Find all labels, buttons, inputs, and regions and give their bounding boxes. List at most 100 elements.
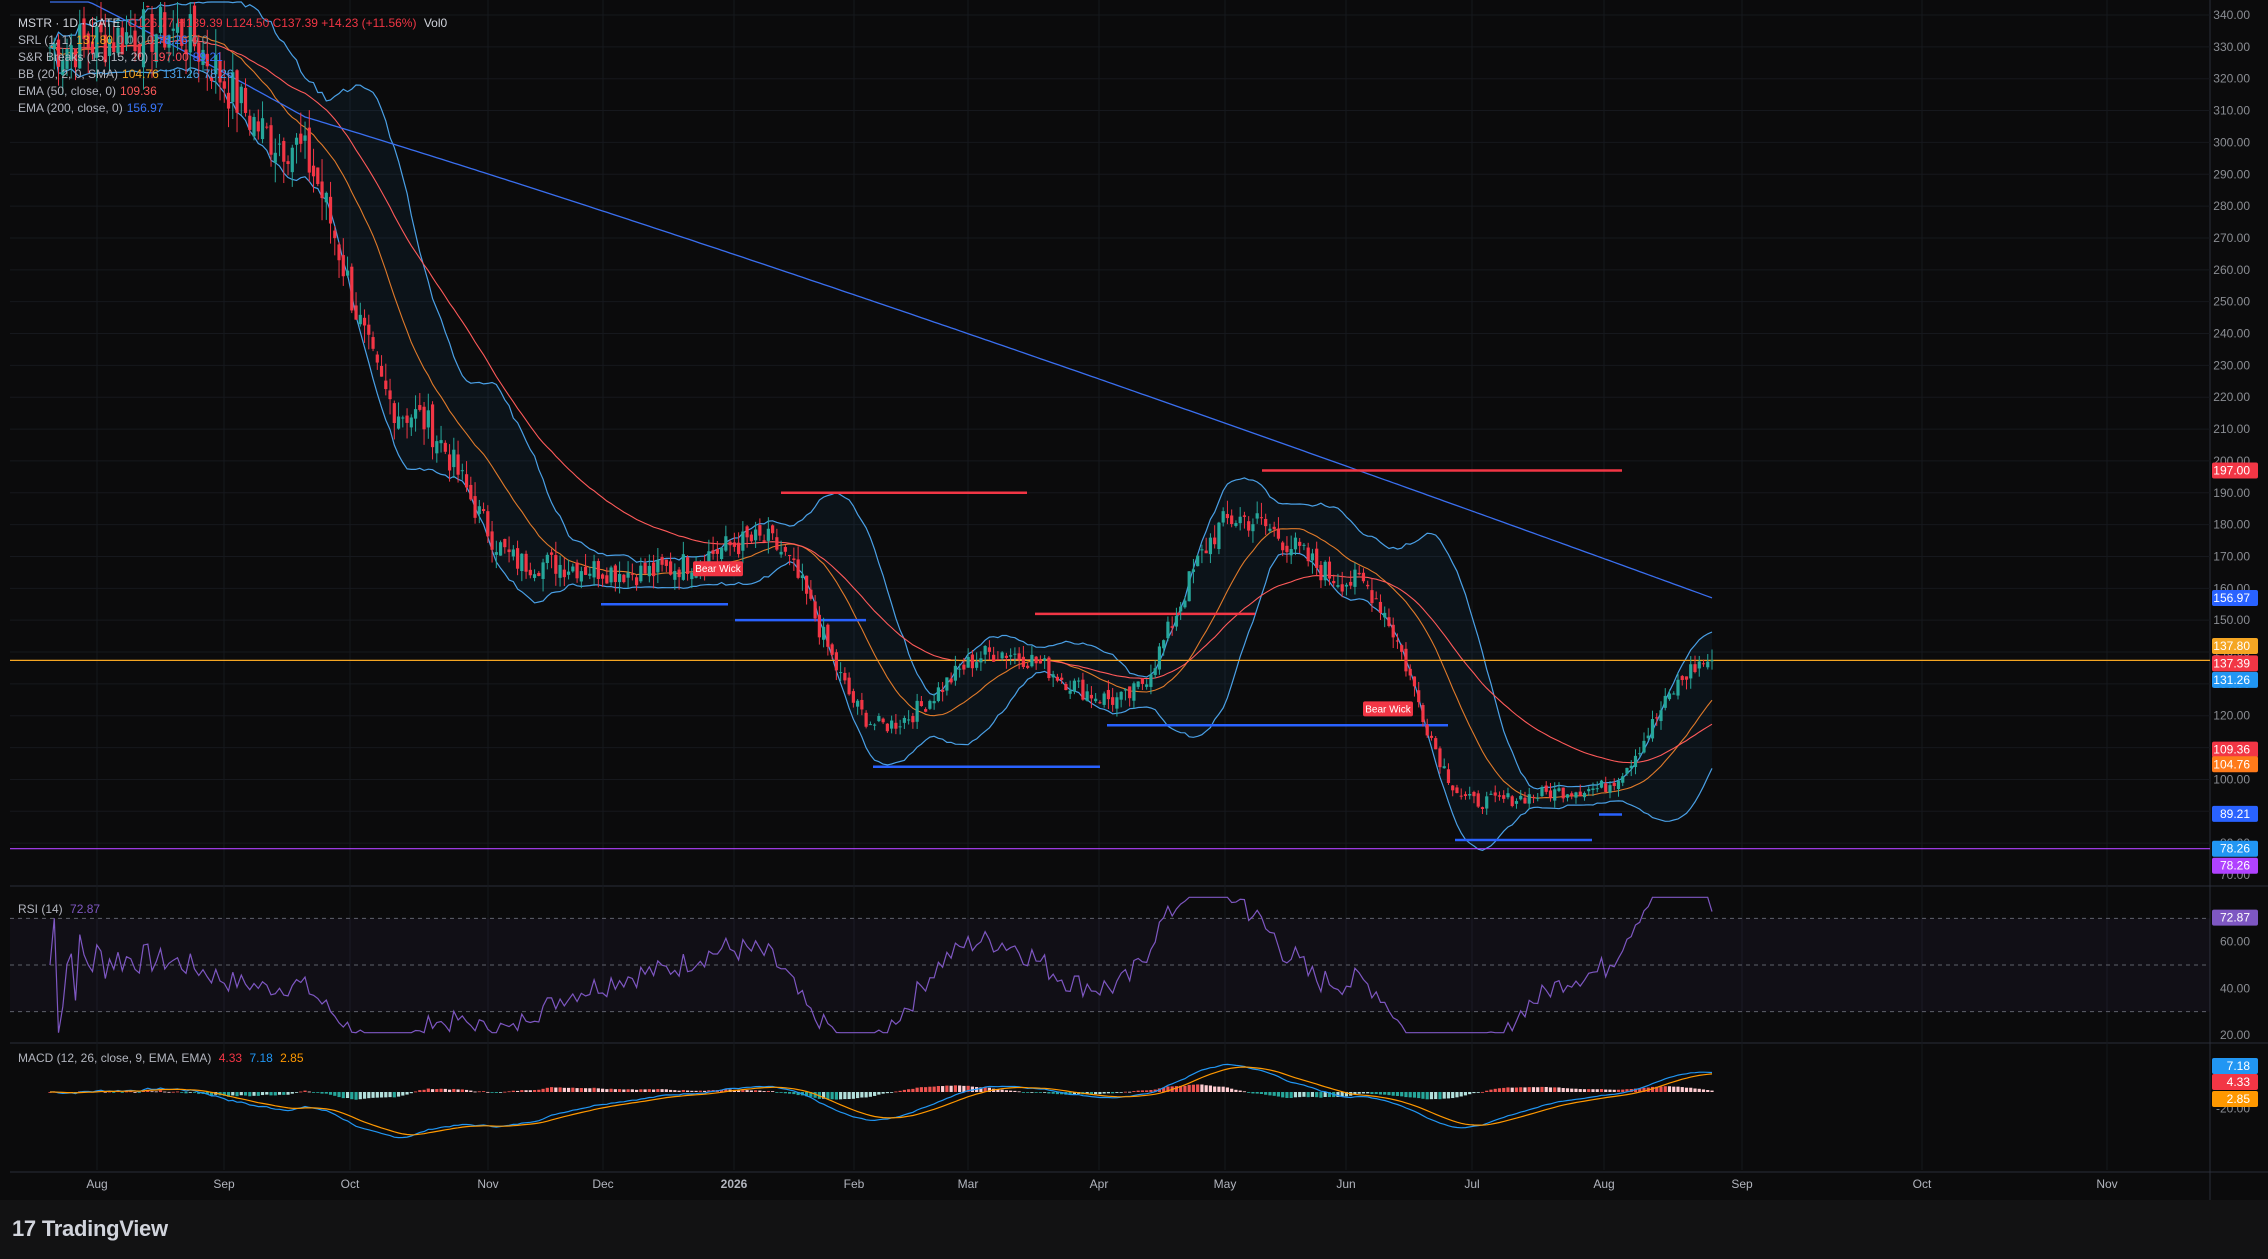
y-tick-label: 150.00 bbox=[2213, 613, 2250, 627]
candle-body bbox=[617, 574, 622, 583]
candle-body bbox=[1506, 793, 1510, 798]
macd-histogram-bar bbox=[788, 1092, 792, 1094]
candle-body bbox=[1701, 663, 1706, 665]
candle-body bbox=[494, 552, 498, 555]
macd-histogram-bar bbox=[932, 1086, 936, 1092]
macd-histogram-bar bbox=[163, 1091, 167, 1093]
indicator-value: 78.26 bbox=[203, 67, 234, 81]
candle-body bbox=[1404, 648, 1408, 672]
macd-histogram-bar bbox=[460, 1089, 464, 1092]
candle-body bbox=[452, 449, 456, 468]
macd-histogram-bar bbox=[639, 1089, 643, 1092]
candle-body bbox=[613, 565, 617, 583]
candle-body bbox=[1004, 655, 1008, 658]
candle-body bbox=[592, 561, 596, 578]
macd-histogram-bar bbox=[647, 1089, 651, 1092]
macd-histogram-bar bbox=[1591, 1089, 1595, 1092]
candle-body bbox=[1183, 600, 1187, 608]
indicator-legend-row[interactable]: EMA (50, close, 0) 109.36 bbox=[18, 83, 451, 100]
candle-body bbox=[1285, 545, 1289, 553]
macd-histogram-bar bbox=[1004, 1090, 1008, 1092]
candle-body bbox=[439, 440, 443, 444]
candle-body bbox=[405, 415, 409, 423]
macd-histogram-bar bbox=[592, 1087, 596, 1092]
candle-body bbox=[843, 672, 847, 681]
candle-body bbox=[350, 266, 354, 311]
macd-histogram-bar bbox=[120, 1092, 124, 1093]
macd-histogram-bar bbox=[1404, 1092, 1408, 1098]
candle-body bbox=[1272, 526, 1276, 530]
macd-histogram-bar bbox=[783, 1092, 787, 1094]
candle-body bbox=[1179, 606, 1183, 612]
rsi-tick-label: 40.00 bbox=[2220, 981, 2250, 995]
volume-readout: Vol0 bbox=[423, 16, 448, 30]
macd-histogram-bar bbox=[847, 1092, 851, 1099]
macd-histogram-bar bbox=[1459, 1092, 1463, 1097]
candle-body bbox=[1166, 621, 1170, 639]
macd-histogram-bar bbox=[877, 1092, 881, 1095]
macd-histogram-bar bbox=[1021, 1092, 1025, 1093]
candle-body bbox=[1157, 646, 1162, 670]
symbol-label[interactable]: MSTR · 1D · GATE bbox=[18, 16, 120, 30]
candle-body bbox=[515, 548, 520, 569]
macd-histogram-bar bbox=[1268, 1092, 1272, 1096]
y-tick-label: 270.00 bbox=[2213, 231, 2250, 245]
macd-histogram-bar bbox=[1612, 1089, 1616, 1092]
candle-body bbox=[1370, 590, 1374, 604]
macd-histogram-bar bbox=[422, 1089, 426, 1092]
candle-body bbox=[401, 417, 405, 419]
macd-histogram-bar bbox=[430, 1089, 435, 1092]
macd-histogram-bar bbox=[1676, 1086, 1680, 1092]
macd-histogram-bar bbox=[698, 1090, 702, 1092]
candle-body bbox=[549, 552, 554, 555]
candle-body bbox=[384, 380, 388, 390]
y-tick-label: 120.00 bbox=[2213, 709, 2250, 723]
macd-histogram-bar bbox=[350, 1092, 354, 1100]
macd-histogram-bar bbox=[1306, 1092, 1310, 1098]
candle-body bbox=[286, 161, 290, 165]
candle-body bbox=[600, 574, 605, 579]
candle-body bbox=[1327, 561, 1332, 579]
indicator-legend-row[interactable]: BB (20, 2, 0, SMA) 104.76 131.26 78.26 bbox=[18, 66, 451, 83]
indicator-legend-row[interactable]: S&R Breaks (15, 15, 20) 197.00 89.21 bbox=[18, 49, 451, 66]
candle-body bbox=[1128, 686, 1132, 699]
candle-body bbox=[371, 337, 375, 349]
macd-histogram-bar bbox=[664, 1089, 668, 1092]
candle-body bbox=[1038, 660, 1042, 664]
candle-body bbox=[1013, 653, 1017, 655]
macd-histogram-bar bbox=[1009, 1090, 1013, 1092]
candle-body bbox=[634, 577, 639, 586]
candle-body bbox=[983, 645, 987, 655]
candle-body bbox=[409, 417, 413, 428]
candle-body bbox=[1204, 550, 1208, 554]
y-tick-label: 310.00 bbox=[2213, 104, 2250, 118]
x-tick-label: May bbox=[1214, 1177, 1237, 1191]
macd-histogram-bar bbox=[507, 1091, 511, 1093]
macd-histogram-bar bbox=[384, 1092, 388, 1098]
macd-histogram-bar bbox=[184, 1092, 188, 1094]
indicator-legend-row[interactable]: SRL (1, 1) 137.80 0 0 0 0 78.26 0 0 bbox=[18, 32, 451, 49]
macd-histogram-bar bbox=[549, 1087, 554, 1092]
candle-body bbox=[745, 526, 749, 538]
tradingview-logo[interactable]: 17 TradingView bbox=[12, 1216, 168, 1242]
macd-histogram-bar bbox=[749, 1090, 753, 1092]
x-tick-label: Feb bbox=[844, 1177, 865, 1191]
candle-body bbox=[919, 701, 923, 707]
candle-body bbox=[928, 700, 932, 709]
candle-body bbox=[890, 720, 894, 729]
candle-body bbox=[1106, 689, 1111, 700]
price-axis-badge-label: 89.21 bbox=[2220, 807, 2250, 821]
candle-body bbox=[1323, 561, 1327, 581]
indicator-legend-row[interactable]: EMA (200, close, 0) 156.97 bbox=[18, 100, 451, 117]
candle-body bbox=[898, 726, 902, 728]
macd-histogram-bar bbox=[651, 1089, 656, 1092]
x-tick-label: Dec bbox=[592, 1177, 613, 1191]
macd-histogram-bar bbox=[1034, 1092, 1038, 1093]
candle-body bbox=[583, 566, 588, 575]
macd-histogram-bar bbox=[1123, 1091, 1128, 1093]
candle-body bbox=[579, 571, 583, 582]
macd-histogram-bar bbox=[1128, 1091, 1132, 1093]
macd-histogram-bar bbox=[286, 1092, 290, 1095]
chart-canvas[interactable]: 70.0080.0090.00100.00110.00120.00130.001… bbox=[0, 0, 2268, 1200]
macd-histogram-bar bbox=[1412, 1092, 1417, 1098]
